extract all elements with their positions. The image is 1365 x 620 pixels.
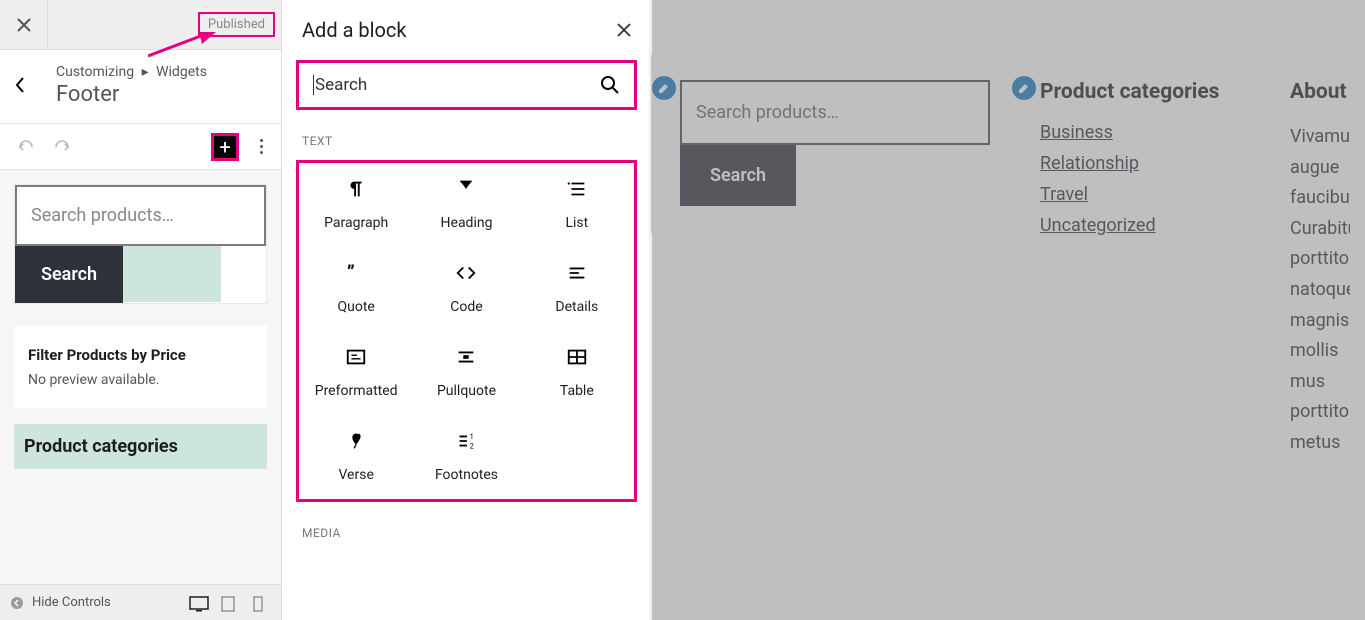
desktop-icon[interactable] xyxy=(189,596,207,610)
preformatted-icon xyxy=(303,343,409,371)
block-spacer xyxy=(123,246,221,302)
breadcrumb: Customizing ▸ Widgets xyxy=(0,50,281,82)
publish-status-button[interactable]: Published xyxy=(198,12,275,37)
close-customizer-button[interactable] xyxy=(0,0,48,50)
quote-icon: ” xyxy=(303,259,409,287)
svg-text:”: ” xyxy=(347,263,355,284)
block-label: Verse xyxy=(303,467,409,483)
block-label: List xyxy=(524,215,630,231)
filter-msg: No preview available. xyxy=(28,372,253,388)
block-label: Table xyxy=(524,383,630,399)
search-placeholder-text: Search xyxy=(313,75,367,95)
more-options-button[interactable] xyxy=(247,139,275,154)
tablet-icon[interactable] xyxy=(221,596,239,610)
block-option-table[interactable]: Table xyxy=(524,343,630,399)
table-icon xyxy=(524,343,630,371)
block-option-heading[interactable]: Heading xyxy=(413,175,519,231)
redo-icon[interactable] xyxy=(52,140,72,154)
block-label: Pullquote xyxy=(413,383,519,399)
pc-title: Product categories xyxy=(24,436,257,457)
close-inserter-button[interactable] xyxy=(617,23,631,37)
heading-icon xyxy=(413,175,519,203)
block-label: Preformatted xyxy=(303,383,409,399)
breadcrumb-root[interactable]: Customizing xyxy=(56,64,134,80)
paragraph-icon xyxy=(303,175,409,203)
breadcrumb-sep: ▸ xyxy=(142,64,149,80)
block-option-paragraph[interactable]: Paragraph xyxy=(303,175,409,231)
block-option-details[interactable]: Details xyxy=(524,259,630,315)
search-input[interactable]: Search products… xyxy=(15,185,266,246)
block-option-list[interactable]: List xyxy=(524,175,630,231)
code-icon xyxy=(413,259,519,287)
pullquote-icon xyxy=(413,343,519,371)
page-title: Footer xyxy=(0,82,281,124)
list-icon xyxy=(524,175,630,203)
hide-controls-button[interactable]: Hide Controls xyxy=(32,595,111,610)
block-label: Details xyxy=(524,299,630,315)
breadcrumb-leaf: Widgets xyxy=(156,64,207,80)
mobile-icon[interactable] xyxy=(253,596,271,610)
filter-widget[interactable]: Filter Products by Price No preview avai… xyxy=(14,326,267,408)
block-option-pullquote[interactable]: Pullquote xyxy=(413,343,519,399)
block-label: Footnotes xyxy=(413,467,519,483)
block-label: Paragraph xyxy=(303,215,409,231)
section-text: TEXT xyxy=(282,110,651,152)
block-option-quote[interactable]: ” Quote xyxy=(303,259,409,315)
footnotes-icon: 12 xyxy=(413,427,519,455)
svg-text:1: 1 xyxy=(470,432,474,441)
add-block-button[interactable]: + xyxy=(211,133,239,161)
block-label: Quote xyxy=(303,299,409,315)
section-media: MEDIA xyxy=(282,502,651,544)
search-icon xyxy=(600,75,620,95)
undo-icon[interactable] xyxy=(16,140,36,154)
block-option-verse[interactable]: Verse xyxy=(303,427,409,483)
search-button[interactable]: Search xyxy=(15,246,123,303)
block-option-preformatted[interactable]: Preformatted xyxy=(303,343,409,399)
svg-text:2: 2 xyxy=(470,441,474,450)
inserter-title: Add a block xyxy=(302,18,407,42)
preview-overlay xyxy=(652,0,1365,620)
block-option-code[interactable]: Code xyxy=(413,259,519,315)
back-chevron-icon[interactable] xyxy=(14,76,26,94)
search-widget[interactable]: Search products… Search xyxy=(14,184,267,304)
details-icon xyxy=(524,259,630,287)
collapse-icon[interactable] xyxy=(10,596,24,610)
block-label: Code xyxy=(413,299,519,315)
verse-icon xyxy=(303,427,409,455)
block-search-input[interactable]: Search xyxy=(296,60,637,110)
block-label: Heading xyxy=(413,215,519,231)
product-categories-widget[interactable]: Product categories xyxy=(14,424,267,469)
block-option-footnotes[interactable]: 12 Footnotes xyxy=(413,427,519,483)
filter-title: Filter Products by Price xyxy=(28,346,253,364)
